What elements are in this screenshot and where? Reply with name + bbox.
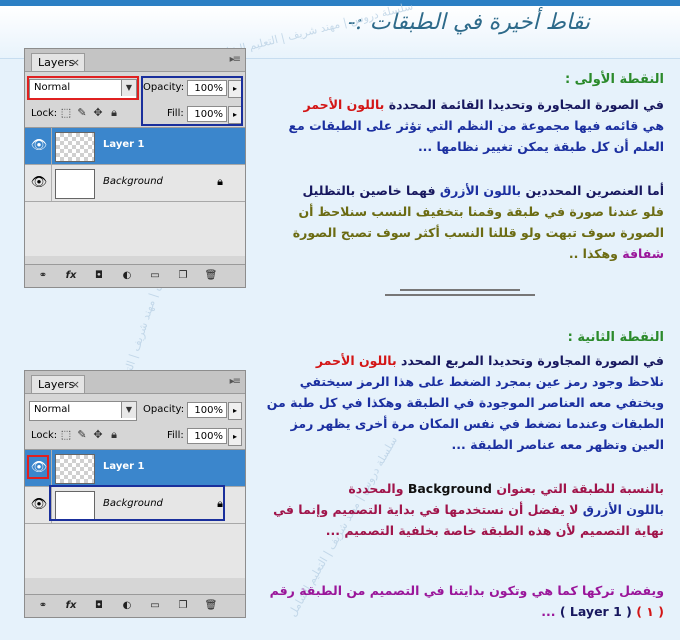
tab-label: Layers [38,56,75,69]
mask-icon[interactable]: ◘ [91,269,107,283]
text: ويفضل تركها كما هي وتكون بدايتنا في التص… [269,583,664,598]
trash-icon[interactable]: 🗑︎ [203,599,219,613]
opacity-slider-button[interactable]: ▸ [228,402,242,420]
tab-label: Layers [38,378,75,391]
fx-icon[interactable]: fx [63,269,79,283]
layer-row-layer1[interactable]: 👁︎ Layer 1 [25,450,245,487]
point2-paragraph1: في الصورة المجاورة وتحديدا المربع المحدد… [266,350,664,455]
lock-label: Lock: [31,430,58,441]
point2-paragraph3: ويفضل تركها كما هي وتكون بدايتنا في التص… [266,580,664,622]
blend-mode-select[interactable]: Normal ▼ [29,401,137,421]
tutorial-page: نقاط أخيرة في الطبقات :- سلسلة دروس | مه… [0,0,680,640]
text-red: ( ١ ) [636,604,664,619]
point2-paragraph2: بالنسبة للطبقة التي بعنوان Background وا… [266,478,664,541]
layer-thumbnail [55,454,95,484]
lock-label: Lock: [31,108,58,119]
layers-tab[interactable]: Layers × [31,53,85,71]
layers-panel-2: Layers × ▸≡ Normal ▼ Opacity: 100% ▸ Lock:… [24,370,246,618]
chevron-down-icon[interactable]: ▼ [121,402,136,418]
highlight-blue-box [141,76,243,126]
fill-input[interactable]: 100% [187,428,227,444]
text: في الصورة المجاورة وتحديدا المربع المحدد [396,353,664,368]
fill-label: Fill: [167,430,184,441]
lock-position-icon[interactable]: ✥ [91,106,105,120]
close-icon[interactable]: × [71,376,80,394]
trash-icon[interactable]: 🗑︎ [203,269,219,283]
eye-icon[interactable]: 👁︎ [29,495,49,515]
folder-icon[interactable]: ▭ [147,269,163,283]
layer-row-layer1[interactable]: 👁︎ Layer 1 [25,128,245,165]
text: Background [407,481,492,496]
fx-icon[interactable]: fx [63,599,79,613]
text: هي قائمه فيها مجموعة من النظم التي تؤثر … [288,118,664,154]
opacity-input[interactable]: 100% [187,402,227,418]
blend-mode-value: Normal [34,404,71,415]
panel-menu-icon[interactable]: ▸≡ [230,376,241,387]
lock-position-icon[interactable]: ✥ [91,428,105,442]
panel-footer: ⚭ fx ◘ ◐ ▭ ❐ 🗑︎ [25,264,245,287]
layer-thumbnail [55,169,95,199]
layer-name[interactable]: Layer 1 [103,461,144,472]
link-icon[interactable]: ⚭ [35,599,51,613]
text-blue: باللون الأزرق [439,183,522,198]
point1-paragraph2: أما العنصرين المحددين باللون الأزرق فهما… [266,180,664,264]
text: والمحددة [348,481,408,496]
point2-title: النقطة الثانية : [567,330,664,345]
divider-line [385,294,535,296]
layer-name[interactable]: Background [103,176,163,187]
text-red: باللون الأحمر [303,97,385,112]
panel-menu-icon[interactable]: ▸≡ [230,54,241,65]
adjustment-icon[interactable]: ◐ [119,599,135,613]
highlight-red-box [27,455,49,479]
highlight-red-box [27,76,139,100]
panel-footer: ⚭ fx ◘ ◐ ▭ ❐ 🗑︎ [25,594,245,617]
mask-icon[interactable]: ◘ [91,599,107,613]
text: أما العنصرين المحددين [521,183,664,198]
fill-slider-button[interactable]: ▸ [228,428,242,446]
text: بالنسبة للطبقة التي بعنوان [491,481,664,496]
text: شفافة [622,246,664,261]
panel-tab-bar: Layers × ▸≡ [25,371,245,394]
text: فلو عندنا صورة في طبقة وقمنا بتخفيف النس… [292,204,664,240]
lock-image-icon[interactable]: ✎ [75,428,89,442]
divider-line [400,289,520,291]
text: فهما خاصين بالتظليل [302,183,440,198]
text: ... [541,604,556,619]
lock-image-icon[interactable]: ✎ [75,106,89,120]
layer-thumbnail [55,132,95,162]
new-layer-icon[interactable]: ❐ [175,599,191,613]
close-icon[interactable]: × [71,54,80,72]
text-blue: باللون الأزرق [582,502,664,517]
layers-list: 👁︎ Layer 1 👁︎ Background 🔒︎ [25,127,245,256]
text: ( Layer 1 ) [559,604,632,619]
point1-paragraph1: في الصورة المجاورة وتحديدا القائمة المحد… [266,94,664,157]
link-icon[interactable]: ⚭ [35,269,51,283]
lock-transparent-icon[interactable]: ⬚ [59,106,73,120]
opacity-label: Opacity: [143,404,185,415]
text: في الصورة المجاورة وتحديدا القائمة المحد… [384,97,664,112]
adjustment-icon[interactable]: ◐ [119,269,135,283]
highlight-blue-box [49,485,225,521]
layers-tab[interactable]: Layers × [31,375,85,393]
panel-tab-bar: Layers × ▸≡ [25,49,245,72]
text: وهكذا .. [568,246,623,261]
text-red: باللون الأحمر [315,353,397,368]
lock-icon: 🔒︎ [217,175,223,188]
lock-icon[interactable]: 🔒︎ [107,106,121,120]
lock-transparent-icon[interactable]: ⬚ [59,428,73,442]
point1-title: النقطة الأولى : [564,72,664,87]
new-layer-icon[interactable]: ❐ [175,269,191,283]
folder-icon[interactable]: ▭ [147,599,163,613]
layers-panel-1: Layers × ▸≡ Normal ▼ Opacity: 100% ▸ Lock:… [24,48,246,288]
layer-row-background[interactable]: 👁︎ Background 🔒︎ [25,165,245,202]
layer-name[interactable]: Layer 1 [103,139,144,150]
lock-icon[interactable]: 🔒︎ [107,428,121,442]
text: نلاحظ وجود رمز عين بمجرد الضغط على هذا ا… [266,374,664,452]
eye-icon[interactable]: 👁︎ [29,173,49,193]
eye-icon[interactable]: 👁︎ [29,136,49,156]
